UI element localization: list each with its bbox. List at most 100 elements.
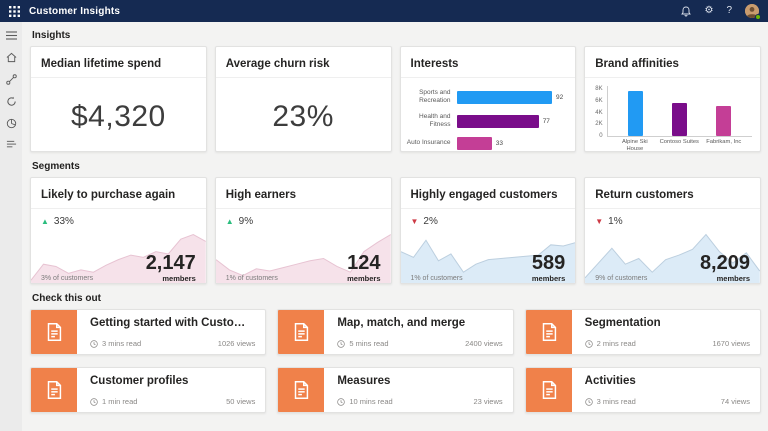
trend-value: 9%: [239, 216, 253, 227]
kpi-value: $4,320: [31, 78, 206, 152]
trend-value: 2%: [423, 216, 437, 227]
waffle-menu-icon[interactable]: [9, 6, 20, 17]
clock-icon: [585, 398, 593, 406]
segments-card-row: Likely to purchase again ▲33% 3% of cust…: [30, 177, 761, 284]
segment-title: Return customers: [595, 189, 693, 201]
chart-title: Interests: [411, 58, 459, 70]
interests-chart-card[interactable]: Interests Sports and Recreation 92 Healt…: [400, 46, 577, 152]
trend-down-icon: ▼: [595, 218, 603, 226]
x-tick: Alpine Ski House: [615, 139, 655, 152]
topbar: Customer Insights ⚙ ?: [0, 0, 768, 22]
bar: [628, 91, 643, 136]
notifications-bell-icon[interactable]: [681, 6, 691, 17]
bar-value: 77: [543, 118, 550, 125]
check-this-out-card-grid: Getting started with Customer Insights 3 …: [30, 309, 761, 413]
segment-card-return-customers[interactable]: Return customers ▼1% 9% of customers 8,2…: [584, 177, 761, 284]
kpi-title: Average churn risk: [226, 58, 330, 70]
sync-icon[interactable]: [5, 95, 17, 107]
help-icon[interactable]: ?: [726, 6, 732, 16]
segment-card-likely-to-purchase-again[interactable]: Likely to purchase again ▲33% 3% of cust…: [30, 177, 207, 284]
document-icon: [538, 321, 560, 343]
avatar[interactable]: [745, 4, 759, 18]
y-tick: 2K: [595, 121, 602, 127]
y-tick: 0: [599, 133, 602, 139]
y-tick: 4K: [595, 110, 602, 116]
clock-icon: [337, 398, 345, 406]
article-card[interactable]: Map, match, and merge 5 mins read 2400 vie…: [277, 309, 513, 355]
presence-dot: [755, 14, 761, 20]
home-icon[interactable]: [5, 51, 17, 63]
document-icon: [290, 379, 312, 401]
document-icon: [43, 379, 65, 401]
menu-icon[interactable]: [5, 29, 17, 41]
article-icon-tile: [278, 368, 324, 412]
trend-value: 1%: [608, 216, 622, 227]
y-tick: 6K: [595, 98, 602, 104]
list-icon[interactable]: [5, 139, 17, 151]
article-views: 23 views: [473, 397, 502, 406]
kpi-card-median-lifetime-spend[interactable]: Median lifetime spend $4,320: [30, 46, 207, 152]
member-unit: members: [146, 274, 196, 283]
article-icon-tile: [31, 310, 77, 354]
segment-title: Highly engaged customers: [411, 189, 558, 201]
trend-value: 33%: [54, 216, 74, 227]
article-card[interactable]: Getting started with Customer Insights 3 …: [30, 309, 266, 355]
kpi-card-average-churn-risk[interactable]: Average churn risk 23%: [215, 46, 392, 152]
article-card[interactable]: Segmentation2 mins read1670 views: [525, 309, 761, 355]
member-count: 8,209: [700, 253, 750, 274]
insights-section-label: Insights: [32, 30, 761, 41]
segments-section-label: Segments: [32, 161, 761, 172]
chart-title: Brand affinities: [595, 58, 679, 70]
article-card[interactable]: Activities3 mins read74 views: [525, 367, 761, 413]
bar-label: Health and Fitness: [407, 113, 451, 130]
article-read-time: 3 mins read: [102, 339, 141, 348]
member-unit: members: [700, 274, 750, 283]
bar: [672, 103, 687, 136]
y-axis: 8K 6K 4K 2K 0: [593, 86, 606, 152]
article-title: Measures: [337, 375, 502, 387]
article-card[interactable]: Customer profiles1 min read50 views: [30, 367, 266, 413]
article-title: Getting started with Customer Insights: [90, 317, 255, 329]
segment-card-highly-engaged-customers[interactable]: Highly engaged customers ▼2% 1% of custo…: [400, 177, 577, 284]
bar: [457, 115, 539, 128]
document-icon: [290, 321, 312, 343]
article-views: 2400 views: [465, 339, 503, 348]
article-title: Map, match, and merge: [337, 317, 502, 329]
interests-bar-chart: Sports and Recreation 92 Health and Fitn…: [401, 78, 576, 150]
segment-card-high-earners[interactable]: High earners ▲9% 1% of customers 124memb…: [215, 177, 392, 284]
bar-label: Auto Insurance: [407, 139, 451, 147]
member-count: 589: [532, 253, 565, 274]
document-icon: [43, 321, 65, 343]
share-icon[interactable]: [5, 73, 17, 85]
article-icon-tile: [526, 310, 572, 354]
brand-affinities-bar-chart: 8K 6K 4K 2K 0: [585, 78, 760, 152]
article-icon-tile: [31, 368, 77, 412]
document-icon: [538, 379, 560, 401]
customers-percent: 1% of customers: [226, 275, 278, 282]
bar-row: Sports and Recreation 92: [407, 89, 564, 106]
x-tick: Fabrikam, Inc: [704, 139, 744, 152]
clock-icon: [585, 340, 593, 348]
article-read-time: 5 mins read: [349, 339, 388, 348]
clock-icon: [90, 340, 98, 348]
article-read-time: 10 mins read: [349, 397, 392, 406]
app-title: Customer Insights: [29, 6, 120, 17]
bar-value: 92: [556, 94, 563, 101]
article-views: 1026 views: [218, 339, 256, 348]
article-title: Activities: [585, 375, 750, 387]
clock-icon: [337, 340, 345, 348]
bar-row: Auto Insurance 33: [407, 137, 564, 150]
customers-percent: 1% of customers: [411, 275, 463, 282]
brand-affinities-chart-card[interactable]: Brand affinities 8K 6K 4K 2K 0: [584, 46, 761, 152]
pie-chart-icon[interactable]: [5, 117, 17, 129]
main-content: Insights Median lifetime spend $4,320 Av…: [22, 22, 768, 431]
clock-icon: [90, 398, 98, 406]
x-tick: Contoso Suites: [659, 139, 699, 152]
y-tick: 8K: [595, 86, 602, 92]
article-card[interactable]: Measures 10 mins read 23 views: [277, 367, 513, 413]
kpi-value: 23%: [216, 78, 391, 152]
settings-gear-icon[interactable]: ⚙: [704, 6, 713, 16]
article-title: Segmentation: [585, 317, 750, 329]
bar-label: Sports and Recreation: [407, 89, 451, 106]
check-this-out-section-label: Check this out: [32, 293, 761, 304]
